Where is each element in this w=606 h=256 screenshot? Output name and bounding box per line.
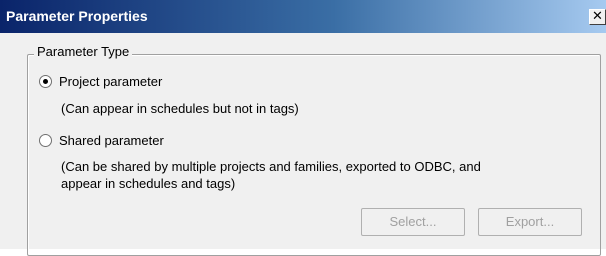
select-button[interactable]: Select...	[361, 208, 465, 236]
shared-parameter-label: Shared parameter	[59, 133, 164, 148]
shared-parameter-radio[interactable]	[39, 134, 52, 147]
shared-parameter-description-line1: (Can be shared by multiple projects and …	[61, 159, 481, 174]
project-parameter-radio[interactable]	[39, 75, 52, 88]
parameter-properties-dialog: Parameter Properties ✕ Parameter Type Pr…	[0, 0, 606, 256]
window-title: Parameter Properties	[6, 8, 148, 24]
title-bar[interactable]: Parameter Properties ✕	[0, 0, 606, 33]
close-icon: ✕	[592, 9, 603, 24]
close-button[interactable]: ✕	[589, 9, 606, 25]
shared-parameter-option[interactable]: Shared parameter	[39, 133, 164, 148]
project-parameter-option[interactable]: Project parameter	[39, 74, 162, 89]
group-label: Parameter Type	[34, 44, 133, 59]
project-parameter-description: (Can appear in schedules but not in tags…	[61, 101, 299, 116]
export-button[interactable]: Export...	[478, 208, 582, 236]
shared-parameter-description-line2: appear in schedules and tags)	[61, 176, 236, 191]
project-parameter-label: Project parameter	[59, 74, 163, 89]
